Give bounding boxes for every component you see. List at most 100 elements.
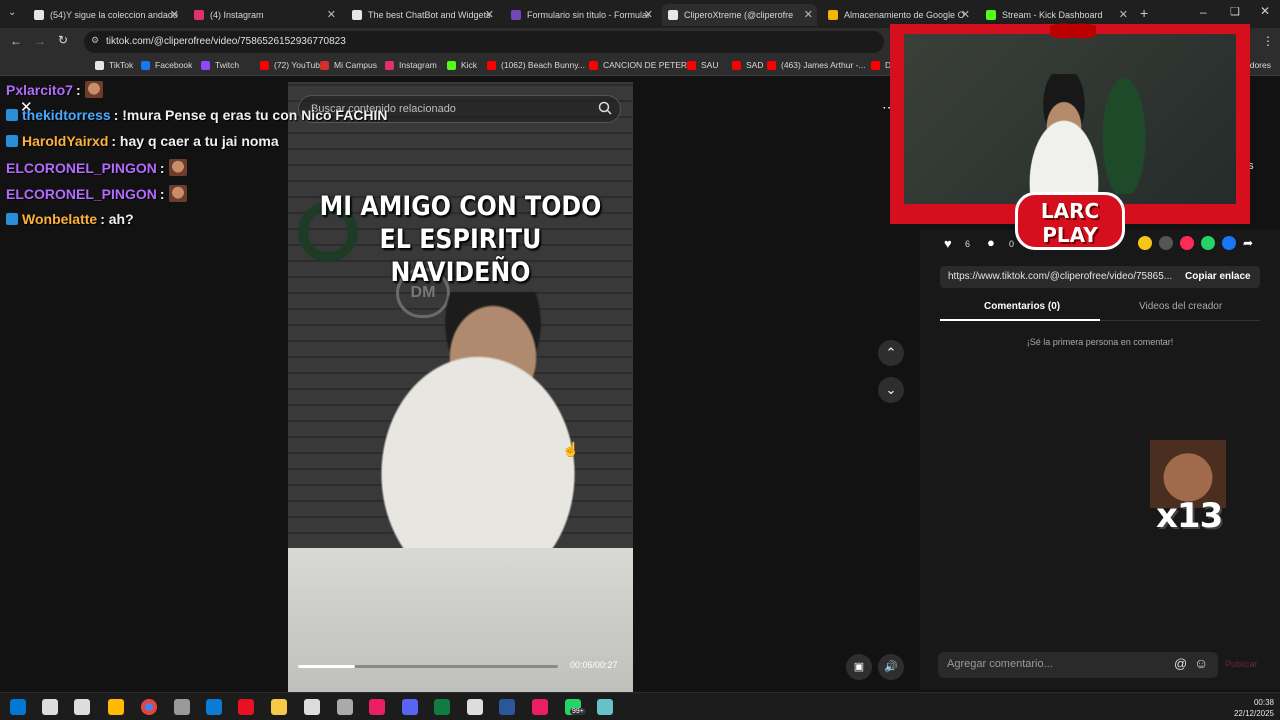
chat-separator: : [159,185,165,202]
bookmark-1[interactable]: Facebook [141,60,192,70]
forward-icon[interactable]: → [34,34,46,48]
discord-icon[interactable] [402,699,418,715]
task-view-icon[interactable] [74,699,90,715]
edge-icon[interactable] [206,699,222,715]
chat-message: HaroldYairxd: hay q caer a tu jai noma [6,133,279,149]
chat-text: : ah? [100,211,134,227]
close-window-button[interactable]: ✕ [1260,4,1270,18]
chat-message: Wonbelatte: ah? [6,211,134,227]
bookmark-4[interactable]: Mi Campus [320,60,377,70]
tab-2[interactable]: The best ChatBot and Widgets ✕ [346,4,498,26]
tab-0[interactable]: (54)Y sigue la coleccion andado ✕ [28,4,183,26]
like-icon[interactable]: ♥ [944,236,952,251]
browser-menu-icon[interactable]: ⋮ [1262,34,1274,48]
windows-taskbar: 99+ 00:38 22/12/2025 [0,692,1280,720]
folder-icon[interactable] [271,699,287,715]
chrome-icon[interactable] [141,699,157,715]
app-icon[interactable] [532,699,548,715]
copy-link-button[interactable]: Copiar enlace [1185,271,1251,282]
bookmark-label: TikTok [109,60,134,70]
bow-decoration [1050,18,1096,44]
comment-count: 0 [1009,239,1015,249]
bookmark-7[interactable]: (1062) Beach Bunny... [487,60,585,70]
video-progress-bar[interactable] [298,665,558,668]
pip-button[interactable]: ▣ [846,654,872,680]
bookmark-9[interactable]: SAU [687,60,718,70]
bookmark-10[interactable]: SAD [732,60,763,70]
bookmark-0[interactable]: TikTok [95,60,133,70]
chat-emote-icon [84,81,103,98]
app-icon[interactable] [304,699,320,715]
bookmark-2[interactable]: Twitch [201,60,239,70]
restore-button[interactable]: ❑ [1230,5,1240,18]
next-video-button[interactable]: ⌄ [878,377,904,403]
tab-3[interactable]: Formulario sin título - Formular ✕ [505,4,657,26]
chat-message: thekidtorress: !mura Pense q eras tu con… [6,107,388,123]
video-player[interactable]: DM MI AMIGO CON TODO EL ESPIRITU NAVIDEÑ… [288,82,633,692]
url-field[interactable]: ⚙ tiktok.com/@cliperofree/video/75865261… [84,31,884,53]
system-clock[interactable]: 00:38 22/12/2025 [1234,697,1274,719]
back-icon[interactable]: ← [10,34,22,48]
tab-favicon-icon [511,10,521,20]
chat-username: Wonbelatte [22,211,98,227]
publish-button[interactable]: Publicar [1225,659,1258,669]
coin-icon[interactable] [1138,236,1152,250]
bookmark-favicon-icon [767,60,776,70]
webcam-feed [904,34,1236,214]
word-icon[interactable] [499,699,515,715]
share-icons: ➦ [1138,236,1253,250]
app-icon[interactable] [369,699,385,715]
facebook-icon[interactable] [1222,236,1236,250]
bookmark-6[interactable]: Kick [447,60,477,70]
tab-close-icon[interactable]: ✕ [170,8,179,21]
bookmark-5[interactable]: Instagram [385,60,437,70]
tab-favicon-icon [352,10,362,20]
new-tab-button[interactable]: + [1140,5,1148,21]
media-icon[interactable] [238,699,254,715]
minimize-button[interactable]: – [1200,5,1207,19]
search-icon[interactable] [598,101,612,118]
store-icon[interactable] [108,699,124,715]
tab-close-icon[interactable]: ✕ [644,8,653,21]
bookmark-favicon-icon [589,60,598,70]
volume-button[interactable]: 🔊 [878,654,904,680]
tab-comments[interactable]: Comentarios (0) [984,301,1060,312]
send-icon[interactable] [1180,236,1194,250]
empty-comments-text: ¡Sé la primera persona en comentar! [1026,337,1174,347]
bookmark-label: CANCION DE PETER [603,60,688,70]
emote-combo-count: x13 [1156,496,1223,536]
tab-5[interactable]: Almacenamiento de Google O ✕ [822,4,974,26]
tab-1[interactable]: (4) Instagram ✕ [188,4,340,26]
emoji-icon[interactable]: ☺ [1194,655,1208,671]
tab-close-icon[interactable]: ✕ [485,8,494,21]
bookmark-11[interactable]: (463) James Arthur -... [767,60,866,70]
tab-label: Almacenamiento de Google O [844,10,965,20]
app-icon[interactable] [337,699,353,715]
bookmark-3[interactable]: (72) YouTube [260,60,325,70]
search-icon[interactable] [42,699,58,715]
reload-icon[interactable]: ↻ [58,33,68,47]
tab-close-icon[interactable]: ✕ [961,8,970,21]
tab-creator-videos[interactable]: Videos del creador [1139,301,1222,312]
site-info-icon[interactable]: ⚙ [91,35,99,46]
comment-icon[interactable]: ● [987,235,995,250]
app-icon[interactable] [467,699,483,715]
tab-active-indicator [940,319,1100,321]
start-icon[interactable] [10,699,26,715]
tab-close-icon[interactable]: ✕ [804,8,813,21]
comment-input[interactable]: Agregar comentario... @ ☺ [938,652,1218,678]
tab-4[interactable]: CliperoXtreme (@cliperofre ✕ [662,4,817,26]
embed-icon[interactable] [1159,236,1173,250]
notes-icon[interactable] [597,699,613,715]
whatsapp-icon[interactable] [1201,236,1215,250]
share-arrow-icon[interactable]: ➦ [1243,236,1253,250]
chat-text: : hay q caer a tu jai noma [111,133,279,149]
app-icon[interactable] [434,699,450,715]
mention-icon[interactable]: @ [1174,656,1187,671]
app-icon[interactable] [174,699,190,715]
tab-close-icon[interactable]: ✕ [1119,8,1128,21]
bookmark-8[interactable]: CANCION DE PETER [589,60,687,70]
tab-close-icon[interactable]: ✕ [327,8,336,21]
tab-search-chevron-icon[interactable]: ⌄ [8,7,16,18]
prev-video-button[interactable]: ⌃ [878,340,904,366]
